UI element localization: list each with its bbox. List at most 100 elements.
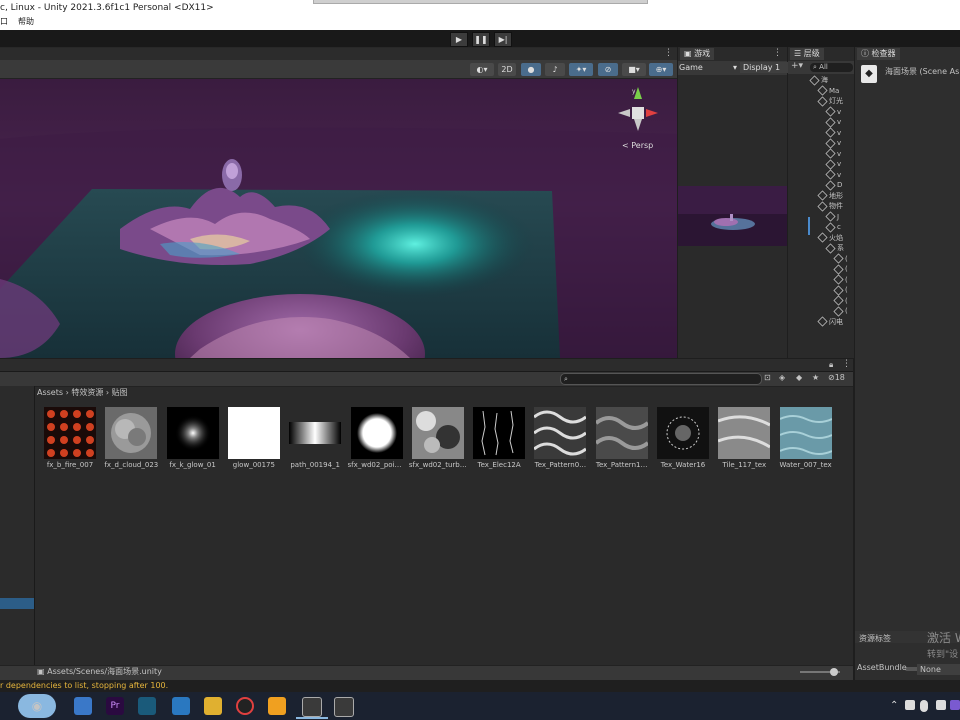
- project-more-menu[interactable]: ⋮: [842, 359, 851, 369]
- asset-tile[interactable]: Tex_Water16: [654, 407, 712, 469]
- hierarchy-item[interactable]: v: [825, 148, 841, 160]
- tray-app-icon[interactable]: [905, 700, 915, 710]
- hierarchy-item[interactable]: 地形: [817, 190, 843, 202]
- hierarchy-item-label: (: [845, 254, 848, 263]
- hierarchy-item[interactable]: 火焰: [817, 232, 843, 244]
- tray-chevron-icon[interactable]: ⌃: [890, 700, 898, 711]
- scene-more-menu[interactable]: ⋮: [664, 48, 673, 58]
- hierarchy-search-filter: All: [819, 63, 828, 71]
- asset-tile[interactable]: Tex_Elec12A: [470, 407, 528, 469]
- gizmos-button[interactable]: ⊕▾: [649, 63, 673, 76]
- hierarchy-item[interactable]: (: [833, 305, 848, 317]
- play-button[interactable]: ▶: [450, 32, 468, 47]
- hierarchy-item[interactable]: v: [825, 158, 841, 170]
- hierarchy-item[interactable]: c: [825, 221, 841, 233]
- hierarchy-item[interactable]: 物件: [817, 200, 843, 212]
- tag-icon[interactable]: ◆: [796, 373, 802, 382]
- orientation-gizmo[interactable]: y: [612, 83, 664, 139]
- add-object-button[interactable]: +▾: [791, 61, 803, 71]
- projection-label[interactable]: < Persp: [622, 141, 653, 150]
- unity-hub-icon[interactable]: [334, 697, 354, 717]
- asset-tile[interactable]: fx_k_glow_01: [164, 407, 222, 469]
- hierarchy-search[interactable]: ⌕ All: [810, 63, 853, 72]
- hierarchy-item[interactable]: 系: [825, 242, 844, 254]
- asset-tile[interactable]: fx_b_fire_007: [41, 407, 99, 469]
- toggle-2d-button[interactable]: 2D: [498, 63, 516, 76]
- hierarchy-item[interactable]: 海: [809, 74, 828, 86]
- hierarchy-item[interactable]: v: [825, 116, 841, 128]
- obs-icon[interactable]: [236, 697, 254, 715]
- menu-item-help[interactable]: 帮助: [18, 17, 34, 26]
- menu-item-window[interactable]: 口: [0, 17, 8, 26]
- asset-tile[interactable]: Tex_Pattern0…: [531, 407, 589, 469]
- hierarchy-item[interactable]: (: [833, 284, 848, 296]
- hidden-objects-toggle[interactable]: ⊘: [598, 63, 618, 76]
- project-folder-tree[interactable]: [0, 386, 35, 665]
- scene-viewport[interactable]: y < Persp: [0, 79, 677, 358]
- asset-tile[interactable]: glow_00175: [225, 407, 283, 469]
- lighting-toggle[interactable]: ●: [521, 63, 541, 76]
- breadcrumb-effects[interactable]: 特效资源: [71, 388, 103, 397]
- hierarchy-item[interactable]: (: [833, 263, 848, 275]
- taskbar-app-4-icon[interactable]: [172, 697, 190, 715]
- taskbar-app-7-icon[interactable]: [268, 697, 286, 715]
- hierarchy-item[interactable]: v: [825, 106, 841, 118]
- hierarchy-item[interactable]: (: [833, 274, 848, 286]
- vscode-icon[interactable]: [138, 697, 156, 715]
- step-button[interactable]: ▶|: [494, 32, 512, 47]
- breadcrumb-textures[interactable]: 贴图: [112, 388, 128, 397]
- gameobject-icon: [825, 169, 836, 180]
- asset-tile[interactable]: sfx_wd02_turb…: [409, 407, 467, 469]
- gamepad-icon: ▣: [684, 49, 695, 58]
- game-more-menu[interactable]: ⋮: [773, 48, 782, 58]
- lock-icon[interactable]: 🔒︎: [829, 360, 833, 370]
- hierarchy-item[interactable]: 闪电: [817, 316, 843, 328]
- asset-name: Tex_Elec12A: [477, 461, 521, 469]
- asset-tile[interactable]: fx_d_cloud_023: [102, 407, 160, 469]
- asset-tile[interactable]: Tex_Pattern1…: [593, 407, 651, 469]
- camera-settings-button[interactable]: ■▾: [622, 63, 646, 76]
- hierarchy-item[interactable]: (: [833, 253, 848, 265]
- asset-tile[interactable]: sfx_wd02_poin…: [348, 407, 406, 469]
- game-preview[interactable]: [678, 186, 787, 246]
- search-by-label-icon[interactable]: ◈: [779, 373, 785, 382]
- game-view-dropdown[interactable]: Game ▾: [679, 62, 737, 73]
- icon-size-slider-thumb[interactable]: [830, 668, 838, 676]
- start-button[interactable]: ◉: [18, 694, 56, 718]
- status-message[interactable]: r dependencies to list, stopping after 1…: [0, 680, 168, 692]
- hierarchy-item[interactable]: D: [825, 179, 842, 191]
- tray-app-icon[interactable]: [936, 700, 946, 710]
- hierarchy-item[interactable]: Ma: [817, 85, 839, 97]
- hierarchy-item[interactable]: 灯光: [817, 95, 843, 107]
- tab-hierarchy[interactable]: ☰ 层级: [790, 48, 824, 60]
- file-explorer-icon[interactable]: [204, 697, 222, 715]
- asset-tile[interactable]: Water_007_tex: [777, 407, 835, 469]
- premiere-icon[interactable]: Pr: [106, 697, 124, 715]
- tab-inspector[interactable]: ⓘ 检查器: [857, 48, 900, 60]
- unity-icon[interactable]: [302, 697, 322, 717]
- hierarchy-item[interactable]: v: [825, 169, 841, 181]
- taskbar-app-1-icon[interactable]: [74, 697, 92, 715]
- hidden-packages-toggle[interactable]: ⊘18: [828, 373, 845, 382]
- assetbundle-select[interactable]: None: [917, 664, 960, 675]
- breadcrumb-assets[interactable]: Assets: [37, 388, 63, 397]
- hierarchy-item[interactable]: v: [825, 127, 841, 139]
- hierarchy-item[interactable]: J: [825, 211, 839, 223]
- search-by-type-icon[interactable]: ⊡: [764, 373, 771, 382]
- hierarchy-item[interactable]: (: [833, 295, 848, 307]
- hierarchy-panel: ☰ 层级 +▾ ⌕ All 海 Ma 灯光 v v v v v v v D 地形 物件 Jc 火焰系((((…: [788, 47, 854, 358]
- audio-toggle[interactable]: ♪: [545, 63, 565, 76]
- display-select[interactable]: Display 1: [740, 62, 789, 73]
- favorite-star-icon[interactable]: ★: [812, 373, 819, 382]
- microphone-icon[interactable]: [920, 700, 928, 712]
- asset-tile[interactable]: path_00194_1: [286, 407, 344, 469]
- folder-tree-selection[interactable]: [0, 598, 34, 609]
- pause-button[interactable]: ❚❚: [472, 32, 490, 47]
- effects-toggle[interactable]: ✦▾: [569, 63, 593, 76]
- tab-game[interactable]: ▣ 游戏: [680, 48, 715, 60]
- shading-mode-button[interactable]: ◐▾: [470, 63, 494, 76]
- tray-vs-icon[interactable]: [950, 700, 960, 710]
- asset-tile[interactable]: Tile_117_tex: [715, 407, 773, 469]
- project-search-input[interactable]: ⌕: [560, 373, 762, 385]
- hierarchy-item[interactable]: v: [825, 137, 841, 149]
